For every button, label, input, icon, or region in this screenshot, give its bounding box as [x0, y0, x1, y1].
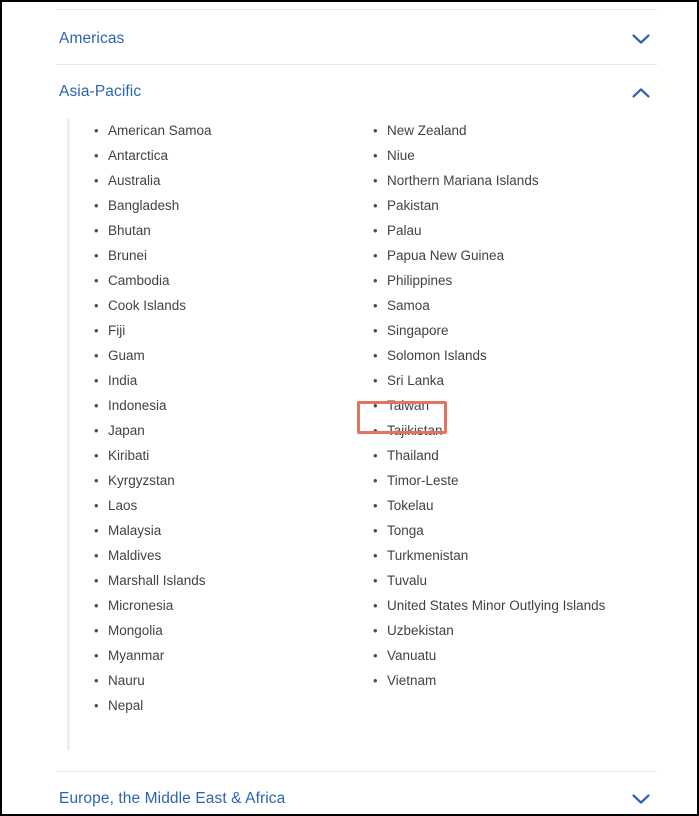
country-list-item: Palau: [373, 218, 658, 243]
country-list-left: American SamoaAntarcticaAustraliaBanglad…: [94, 118, 364, 718]
country-list-item: Japan: [94, 418, 364, 443]
country-list-item: Thailand: [373, 443, 658, 468]
country-list-item: Bangladesh: [94, 193, 364, 218]
country-list-item: Cook Islands: [94, 293, 364, 318]
accordion-title-asia-pacific: Asia-Pacific: [59, 83, 142, 100]
country-list-item: Samoa: [373, 293, 658, 318]
country-list-item: Malaysia: [94, 518, 364, 543]
accordion-title-americas: Americas: [59, 30, 125, 47]
country-list-item: Vietnam: [373, 668, 658, 693]
asia-pacific-country-panel: American SamoaAntarcticaAustraliaBanglad…: [67, 118, 657, 750]
country-list-item: Sri Lanka: [373, 368, 658, 393]
country-list-item: Indonesia: [94, 393, 364, 418]
country-list-item: Niue: [373, 143, 658, 168]
country-list-right: New ZealandNiueNorthern Mariana IslandsP…: [373, 118, 658, 693]
country-list-item: Uzbekistan: [373, 618, 658, 643]
country-list-item: Tajikistan: [373, 418, 658, 443]
country-columns: American SamoaAntarcticaAustraliaBanglad…: [70, 118, 657, 750]
country-list-item: American Samoa: [94, 118, 364, 143]
country-list-item: Northern Mariana Islands: [373, 168, 658, 193]
country-list-item: United States Minor Outlying Islands: [373, 593, 658, 618]
country-list-item: Nauru: [94, 668, 364, 693]
accordion-container: Americas Asia-Pacific American SamoaAnta…: [2, 2, 697, 814]
country-list-item: Maldives: [94, 543, 364, 568]
accordion-header-americas[interactable]: Americas: [56, 16, 657, 62]
country-list-item: Fiji: [94, 318, 364, 343]
country-list-item: Mongolia: [94, 618, 364, 643]
country-list-item: Tonga: [373, 518, 658, 543]
country-list-item: Australia: [94, 168, 364, 193]
divider-between-americas-and-asia: [56, 64, 657, 65]
chevron-up-icon[interactable]: [631, 82, 651, 102]
country-list-item: Bhutan: [94, 218, 364, 243]
country-list-item: Solomon Islands: [373, 343, 658, 368]
country-list-item: Guam: [94, 343, 364, 368]
accordion-header-asia-pacific[interactable]: Asia-Pacific: [56, 69, 657, 115]
country-list-item: Singapore: [373, 318, 658, 343]
country-list-item: Tokelau: [373, 493, 658, 518]
divider-top: [56, 9, 657, 10]
country-list-item: Laos: [94, 493, 364, 518]
accordion-header-emea[interactable]: Europe, the Middle East & Africa: [56, 776, 657, 814]
country-list-item: Kyrgyzstan: [94, 468, 364, 493]
country-list-item: Marshall Islands: [94, 568, 364, 593]
country-list-item: Timor-Leste: [373, 468, 658, 493]
accordion-title-emea: Europe, the Middle East & Africa: [59, 790, 286, 807]
country-list-item: Pakistan: [373, 193, 658, 218]
country-list-item: Brunei: [94, 243, 364, 268]
page-root: Americas Asia-Pacific American SamoaAnta…: [0, 0, 699, 816]
country-list-item: Micronesia: [94, 593, 364, 618]
country-list-item: Taiwan: [373, 393, 658, 418]
country-list-item: Kiribati: [94, 443, 364, 468]
country-list-item: India: [94, 368, 364, 393]
country-list-item: Tuvalu: [373, 568, 658, 593]
country-list-item: Antarctica: [94, 143, 364, 168]
country-list-item: Myanmar: [94, 643, 364, 668]
chevron-down-icon[interactable]: [631, 29, 651, 49]
country-list-item: Papua New Guinea: [373, 243, 658, 268]
country-list-item: New Zealand: [373, 118, 658, 143]
country-list-item: Philippines: [373, 268, 658, 293]
divider-between-asia-and-emea: [56, 771, 657, 772]
country-list-item: Nepal: [94, 693, 364, 718]
chevron-down-icon[interactable]: [631, 789, 651, 809]
country-list-item: Vanuatu: [373, 643, 658, 668]
country-list-item: Cambodia: [94, 268, 364, 293]
country-list-item: Turkmenistan: [373, 543, 658, 568]
